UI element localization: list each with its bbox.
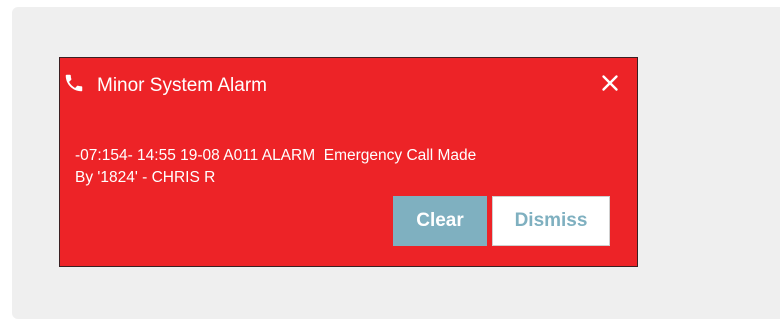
alarm-message: -07:154- 14:55 19-08 A011 ALARM Emergenc… — [75, 147, 477, 186]
clear-button[interactable]: Clear — [393, 196, 487, 246]
close-icon[interactable] — [600, 73, 620, 93]
alarm-title: Minor System Alarm — [97, 75, 267, 96]
phone-icon — [63, 72, 85, 94]
dismiss-button[interactable]: Dismiss — [492, 196, 610, 246]
alarm-header: Minor System Alarm — [60, 58, 637, 116]
alarm-notification: Minor System Alarm -07:154- 14:55 19-08 … — [59, 57, 638, 267]
